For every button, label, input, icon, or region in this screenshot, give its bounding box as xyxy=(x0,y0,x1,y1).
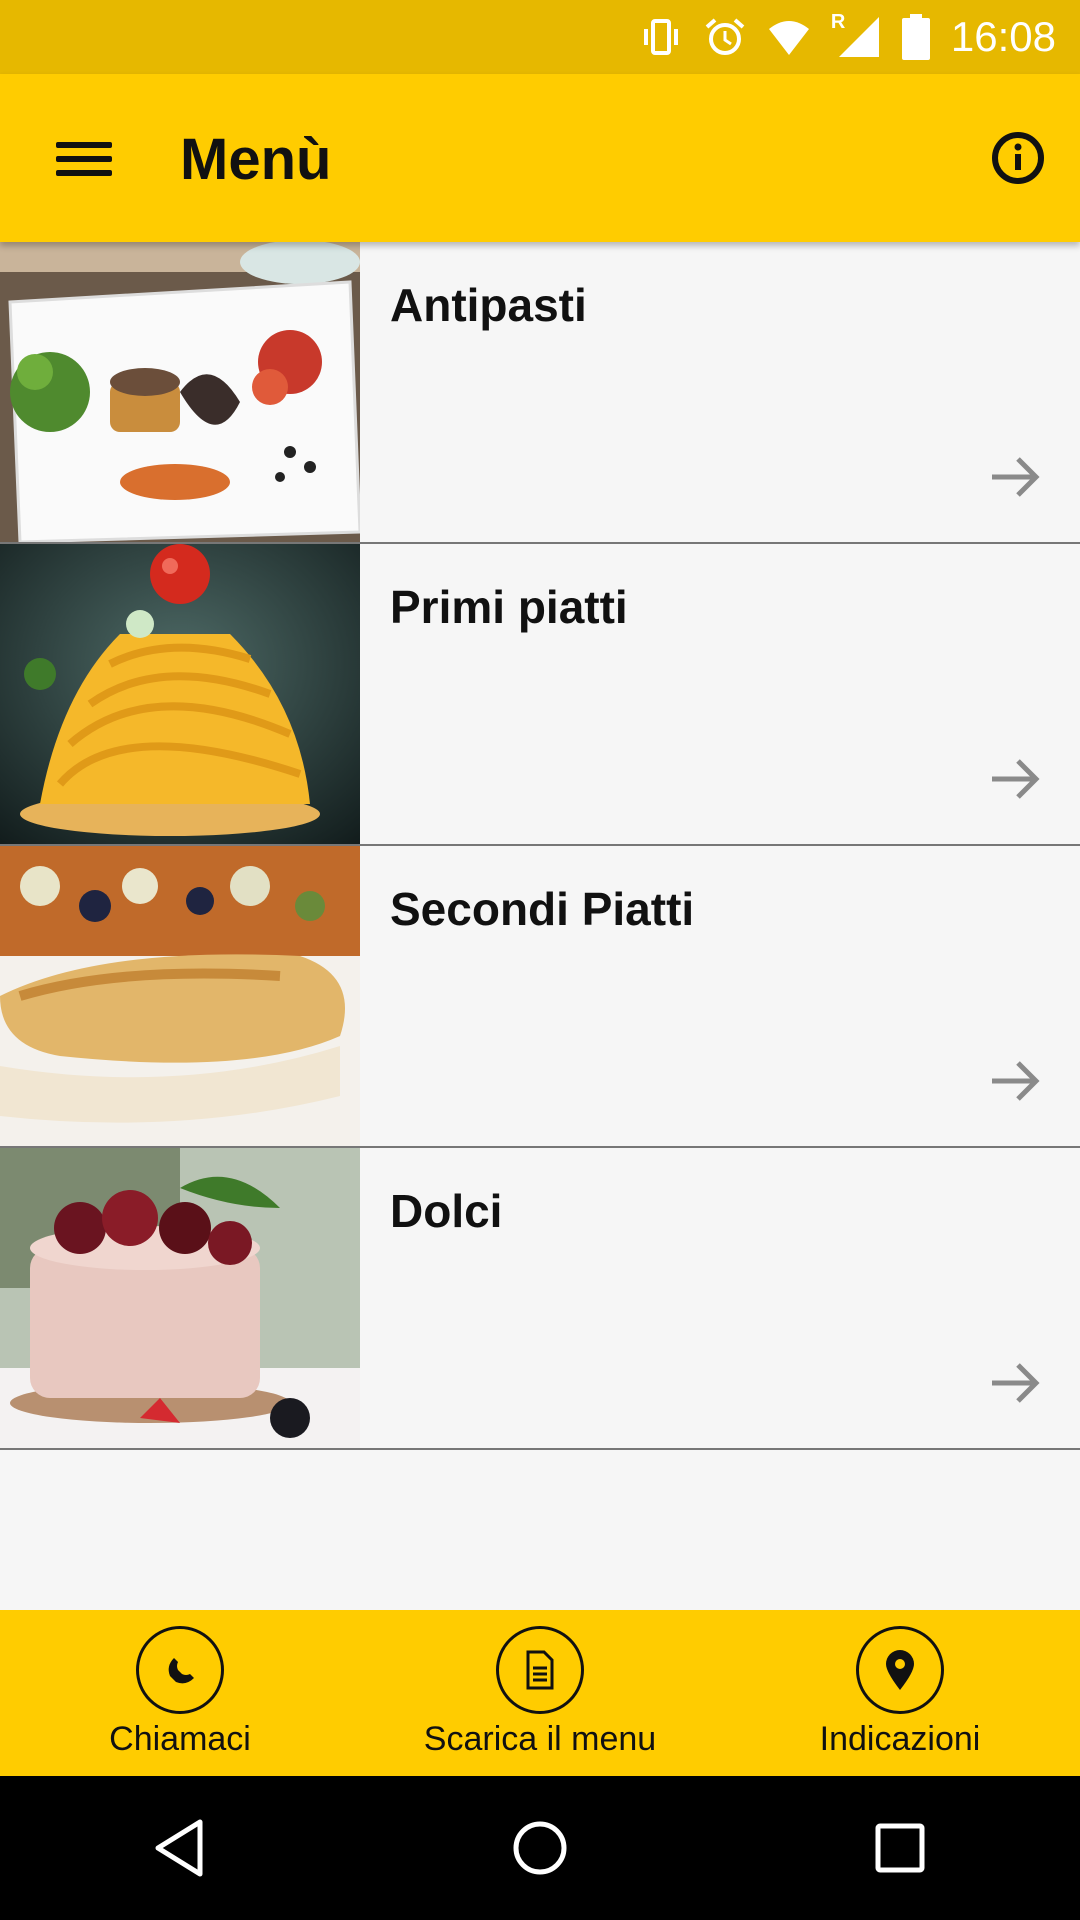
call-button[interactable]: Chiamaci xyxy=(0,1610,360,1776)
category-label: Secondi Piatti xyxy=(390,883,695,935)
bottom-action-bar: Chiamaci Scarica il menu Indicazioni xyxy=(0,1610,1080,1776)
list-item-dolci[interactable]: Dolci xyxy=(0,1148,1080,1450)
fish-fillet-photo xyxy=(0,846,360,1146)
vibrate-icon xyxy=(643,19,678,55)
arrow-right-icon xyxy=(992,759,1040,799)
appetizer-plate-photo xyxy=(0,242,360,542)
status-bar: R 16:08 xyxy=(0,0,1080,74)
wifi-icon xyxy=(768,21,809,55)
signal-roaming-icon: R xyxy=(831,11,881,59)
arrow-right-icon xyxy=(992,1363,1040,1403)
alarm-icon xyxy=(705,18,745,55)
status-icons: R 16:08 xyxy=(639,0,1056,74)
back-icon[interactable] xyxy=(120,1788,240,1908)
hamburger-menu-icon[interactable] xyxy=(40,120,128,196)
pasta-dish-photo xyxy=(0,544,360,844)
phone-icon xyxy=(136,1626,224,1714)
roaming-indicator: R xyxy=(830,11,846,33)
location-pin-icon xyxy=(856,1626,944,1714)
category-label: Antipasti xyxy=(390,279,587,331)
battery-icon xyxy=(901,14,930,60)
download-label: Scarica il menu xyxy=(423,1720,657,1758)
dessert-photo xyxy=(0,1148,360,1448)
system-navigation-bar xyxy=(0,1776,1080,1920)
info-icon[interactable] xyxy=(984,124,1052,192)
directions-button[interactable]: Indicazioni xyxy=(720,1610,1080,1776)
clock: 16:08 xyxy=(950,13,1056,60)
document-icon xyxy=(496,1626,584,1714)
list-item-primi-piatti[interactable]: Primi piatti xyxy=(0,544,1080,846)
arrow-right-icon xyxy=(992,457,1040,497)
list-item-antipasti[interactable]: Antipasti xyxy=(0,242,1080,544)
download-menu-button[interactable]: Scarica il menu xyxy=(360,1610,720,1776)
app-bar: Menù xyxy=(0,74,1080,242)
list-item-secondi-piatti[interactable]: Secondi Piatti xyxy=(0,846,1080,1148)
home-icon[interactable] xyxy=(480,1788,600,1908)
category-list: Antipasti Primi piatti Secondi Piatti Do… xyxy=(0,242,1080,1450)
page-title: Menù xyxy=(180,127,332,192)
category-label: Dolci xyxy=(390,1185,503,1237)
directions-label: Indicazioni xyxy=(819,1720,981,1758)
recents-icon[interactable] xyxy=(840,1788,960,1908)
call-label: Chiamaci xyxy=(109,1720,251,1758)
arrow-right-icon xyxy=(992,1061,1040,1101)
category-label: Primi piatti xyxy=(390,581,628,633)
